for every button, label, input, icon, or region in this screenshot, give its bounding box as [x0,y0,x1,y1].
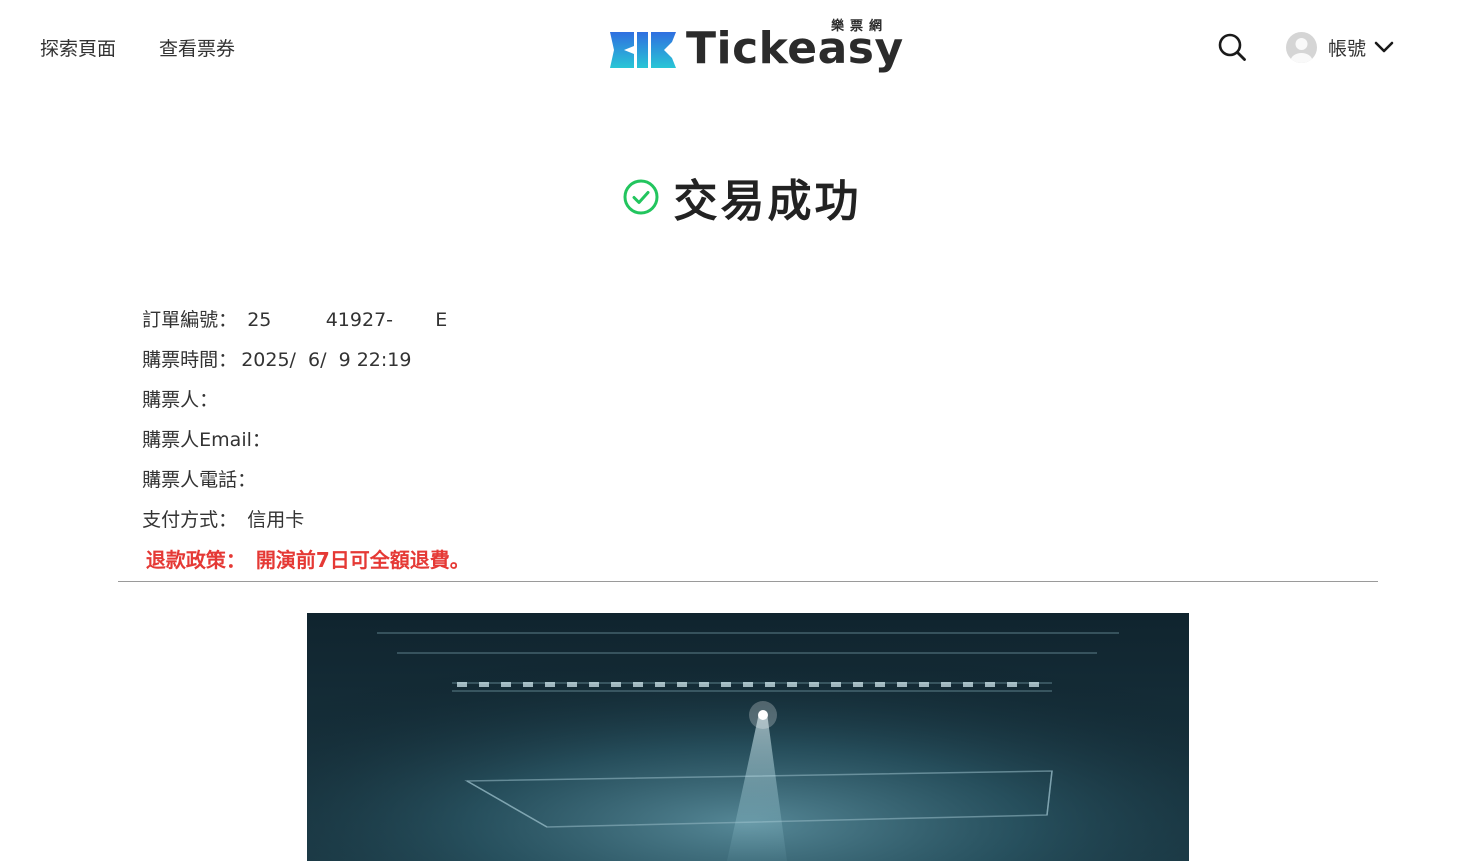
buyer-email-row: 購票人Email： [118,398,1018,451]
refund-policy-label: 退款政策： [145,548,246,572]
account-label: 帳號 [1328,37,1367,60]
chevron-down-icon [1374,41,1394,53]
check-circle-icon [623,179,658,215]
account-menu[interactable]: 帳號 [1286,30,1394,64]
success-title-row: 交易成功 [0,165,1465,229]
order-number-row: 訂單編號： 25 41927- E [118,278,1018,331]
section-divider [118,581,1378,582]
buyer-email-label: 購票人Email： [142,429,271,451]
logo-subtext: 樂票網 [830,19,888,34]
buyer-name-label: 購票人： [142,389,219,411]
user-silhouette-icon [1290,37,1313,63]
event-banner-image [307,613,1189,861]
search-icon [1218,33,1246,61]
refund-policy-value: 開演前7日可全額退費。 [255,548,470,572]
avatar [1286,31,1317,63]
logo-mark-icon [610,32,676,68]
order-number-value: 25 41927- E [247,309,448,331]
search-button[interactable] [1216,31,1248,63]
nav-tickets-link[interactable]: 查看票券 [159,34,235,61]
purchase-time-value: 2025/ 6/ 9 22:19 [241,349,412,371]
page-title: 交易成功 [673,176,862,227]
buyer-phone-label: 購票人電話： [142,469,257,491]
site-header: 探索頁面 查看票券 Tickeasy 樂票網 帳號 [0,0,1465,95]
payment-method-value: 信用卡 [247,509,305,531]
stage-lighting-image [307,613,1189,861]
purchase-time-label: 購票時間： [142,349,238,371]
site-logo[interactable]: Tickeasy 樂票網 [608,18,903,78]
order-number-label: 訂單編號： [142,309,238,331]
order-details: 訂單編號： 25 41927- E 購票時間： 2025/ 6/ 9 22:19 購… [118,278,1018,572]
nav-explore-link[interactable]: 探索頁面 [40,34,116,61]
payment-method-label: 支付方式： [142,509,238,531]
